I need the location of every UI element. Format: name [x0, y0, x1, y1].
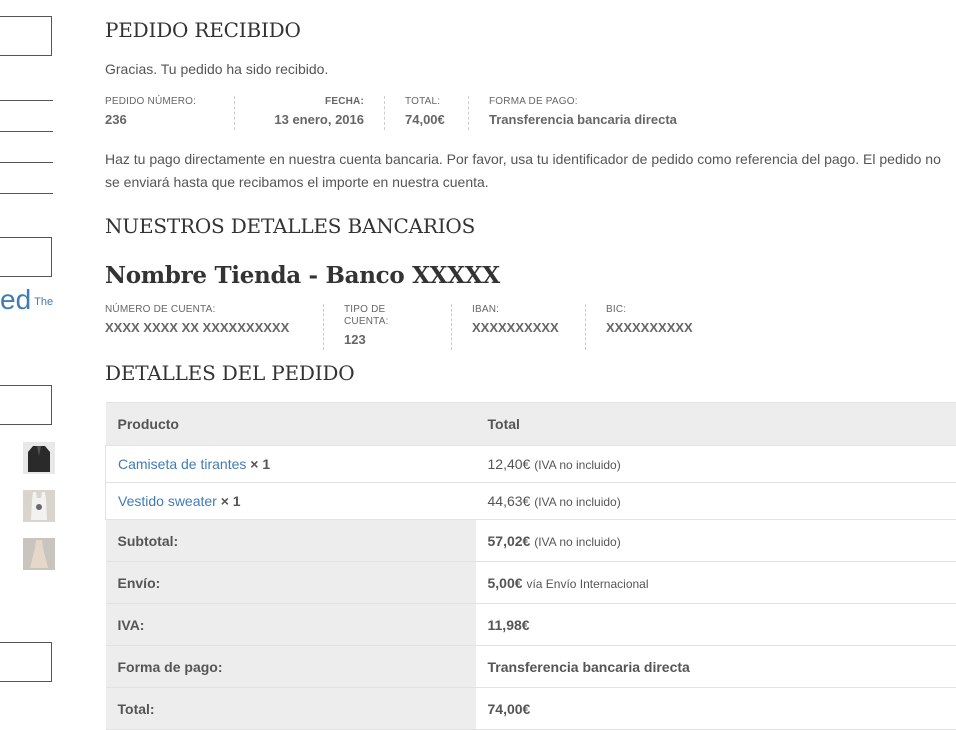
- thank-you-message: Gracias. Tu pedido ha sido recibido.: [105, 58, 328, 81]
- page-title: PEDIDO RECIBIDO: [105, 18, 301, 42]
- bank-name: Nombre Tienda - Banco XXXXX: [105, 262, 500, 289]
- order-number-value: 236: [105, 110, 214, 130]
- account-number-value: XXXX XXXX XX XXXXXXXXXX: [105, 318, 303, 338]
- subtotal-row: Subtotal: 57,02€ (IVA no incluido): [106, 520, 956, 562]
- sidebar-divider: [0, 131, 53, 132]
- shipping-method: vía Envío Internacional: [526, 577, 648, 591]
- bic-value: XXXXXXXXXX: [606, 318, 693, 338]
- payment-method-label: Forma de pago:: [106, 646, 476, 688]
- tax-note: (IVA no incluido): [534, 495, 621, 509]
- dress-thumbnail[interactable]: [23, 538, 55, 570]
- product-link[interactable]: Vestido sweater: [118, 493, 217, 509]
- sidebar-divider: [0, 193, 53, 194]
- payment-method-row: Forma de pago: Transferencia bancaria di…: [106, 646, 956, 688]
- bic: BIC: XXXXXXXXXX: [606, 304, 713, 350]
- subtotal-label: Subtotal:: [106, 520, 476, 562]
- order-date: Fecha: 13 enero, 2016: [255, 96, 385, 130]
- account-type: Tipo de cuenta: 123: [344, 304, 452, 350]
- product-total-cell: 12,40€ (IVA no incluido): [476, 446, 956, 483]
- product-cell: Camiseta de tirantes × 1: [106, 446, 476, 483]
- bank-details-title: NUESTROS DETALLES BANCARIOS: [105, 214, 475, 238]
- order-details-table: Producto Total Camiseta de tirantes × 1 …: [105, 402, 956, 730]
- total-value: 74,00€: [476, 688, 956, 730]
- product-total-cell: 44,63€ (IVA no incluido): [476, 483, 956, 520]
- order-payment-label: Forma de pago:: [489, 96, 677, 108]
- tax-note: (IVA no incluido): [534, 458, 621, 472]
- order-total: Total: 74,00€: [405, 96, 469, 130]
- order-details-title: DETALLES DEL PEDIDO: [105, 361, 354, 385]
- subtotal-value: 57,02€: [488, 533, 531, 549]
- product-cell: Vestido sweater × 1: [106, 483, 476, 520]
- tank-top-thumbnail[interactable]: [23, 490, 55, 522]
- total-row: Total: 74,00€: [106, 688, 956, 730]
- table-header-row: Producto Total: [106, 403, 956, 446]
- account-number: Número de cuenta: XXXX XXXX XX XXXXXXXXX…: [105, 304, 324, 350]
- product-quantity: × 1: [221, 493, 241, 509]
- tax-row: IVA: 11,98€: [106, 604, 956, 646]
- order-date-label: Fecha:: [255, 96, 364, 108]
- column-product: Producto: [106, 403, 476, 446]
- account-type-label: Tipo de cuenta:: [344, 304, 431, 328]
- iban-label: IBAN:: [472, 304, 565, 316]
- tax-label: IVA:: [106, 604, 476, 646]
- subtotal-cell: 57,02€ (IVA no incluido): [476, 520, 956, 562]
- order-number-label: Pedido número:: [105, 96, 214, 108]
- sidebar-widget-box[interactable]: [0, 237, 52, 277]
- order-total-value: 74,00€: [405, 110, 458, 130]
- shipping-label: Envío:: [106, 562, 476, 604]
- shipping-value: 5,00€: [488, 575, 523, 591]
- column-total: Total: [476, 403, 956, 446]
- sidebar-divider: [0, 100, 53, 101]
- sidebar-divider: [0, 162, 53, 163]
- shipping-row: Envío: 5,00€ vía Envío Internacional: [106, 562, 956, 604]
- table-row: Vestido sweater × 1 44,63€ (IVA no inclu…: [106, 483, 956, 520]
- product-price: 12,40€: [488, 456, 531, 472]
- tax-value: 11,98€: [476, 604, 956, 646]
- account-number-label: Número de cuenta:: [105, 304, 303, 316]
- subtotal-tax-note: (IVA no incluido): [534, 535, 621, 549]
- shipping-cell: 5,00€ vía Envío Internacional: [476, 562, 956, 604]
- sidebar-heading-fragment[interactable]: edThe: [0, 284, 53, 318]
- bic-label: BIC:: [606, 304, 693, 316]
- sidebar-link-text[interactable]: The: [34, 296, 53, 308]
- iban: IBAN: XXXXXXXXXX: [472, 304, 586, 350]
- sidebar-widget-box[interactable]: [0, 385, 52, 425]
- account-type-value: 123: [344, 330, 431, 350]
- order-payment-value: Transferencia bancaria directa: [489, 110, 677, 130]
- product-price: 44,63€: [488, 493, 531, 509]
- order-payment-method: Forma de pago: Transferencia bancaria di…: [489, 96, 697, 130]
- table-row: Camiseta de tirantes × 1 12,40€ (IVA no …: [106, 446, 956, 483]
- sidebar-heading-text: ed: [0, 284, 31, 315]
- total-label: Total:: [106, 688, 476, 730]
- order-overview: Pedido número: 236 Fecha: 13 enero, 2016…: [105, 96, 717, 130]
- payment-instructions: Haz tu pago directamente en nuestra cuen…: [105, 148, 950, 194]
- product-quantity: × 1: [250, 456, 270, 472]
- order-total-label: Total:: [405, 96, 458, 108]
- sidebar-widget-box[interactable]: [0, 642, 52, 682]
- sidebar-search-box[interactable]: [0, 16, 52, 56]
- order-number: Pedido número: 236: [105, 96, 235, 130]
- order-date-value: 13 enero, 2016: [255, 110, 364, 130]
- product-link[interactable]: Camiseta de tirantes: [118, 456, 246, 472]
- bank-details: Número de cuenta: XXXX XXXX XX XXXXXXXXX…: [105, 304, 733, 350]
- jacket-thumbnail[interactable]: [23, 442, 55, 474]
- iban-value: XXXXXXXXXX: [472, 318, 565, 338]
- payment-method-value: Transferencia bancaria directa: [476, 646, 956, 688]
